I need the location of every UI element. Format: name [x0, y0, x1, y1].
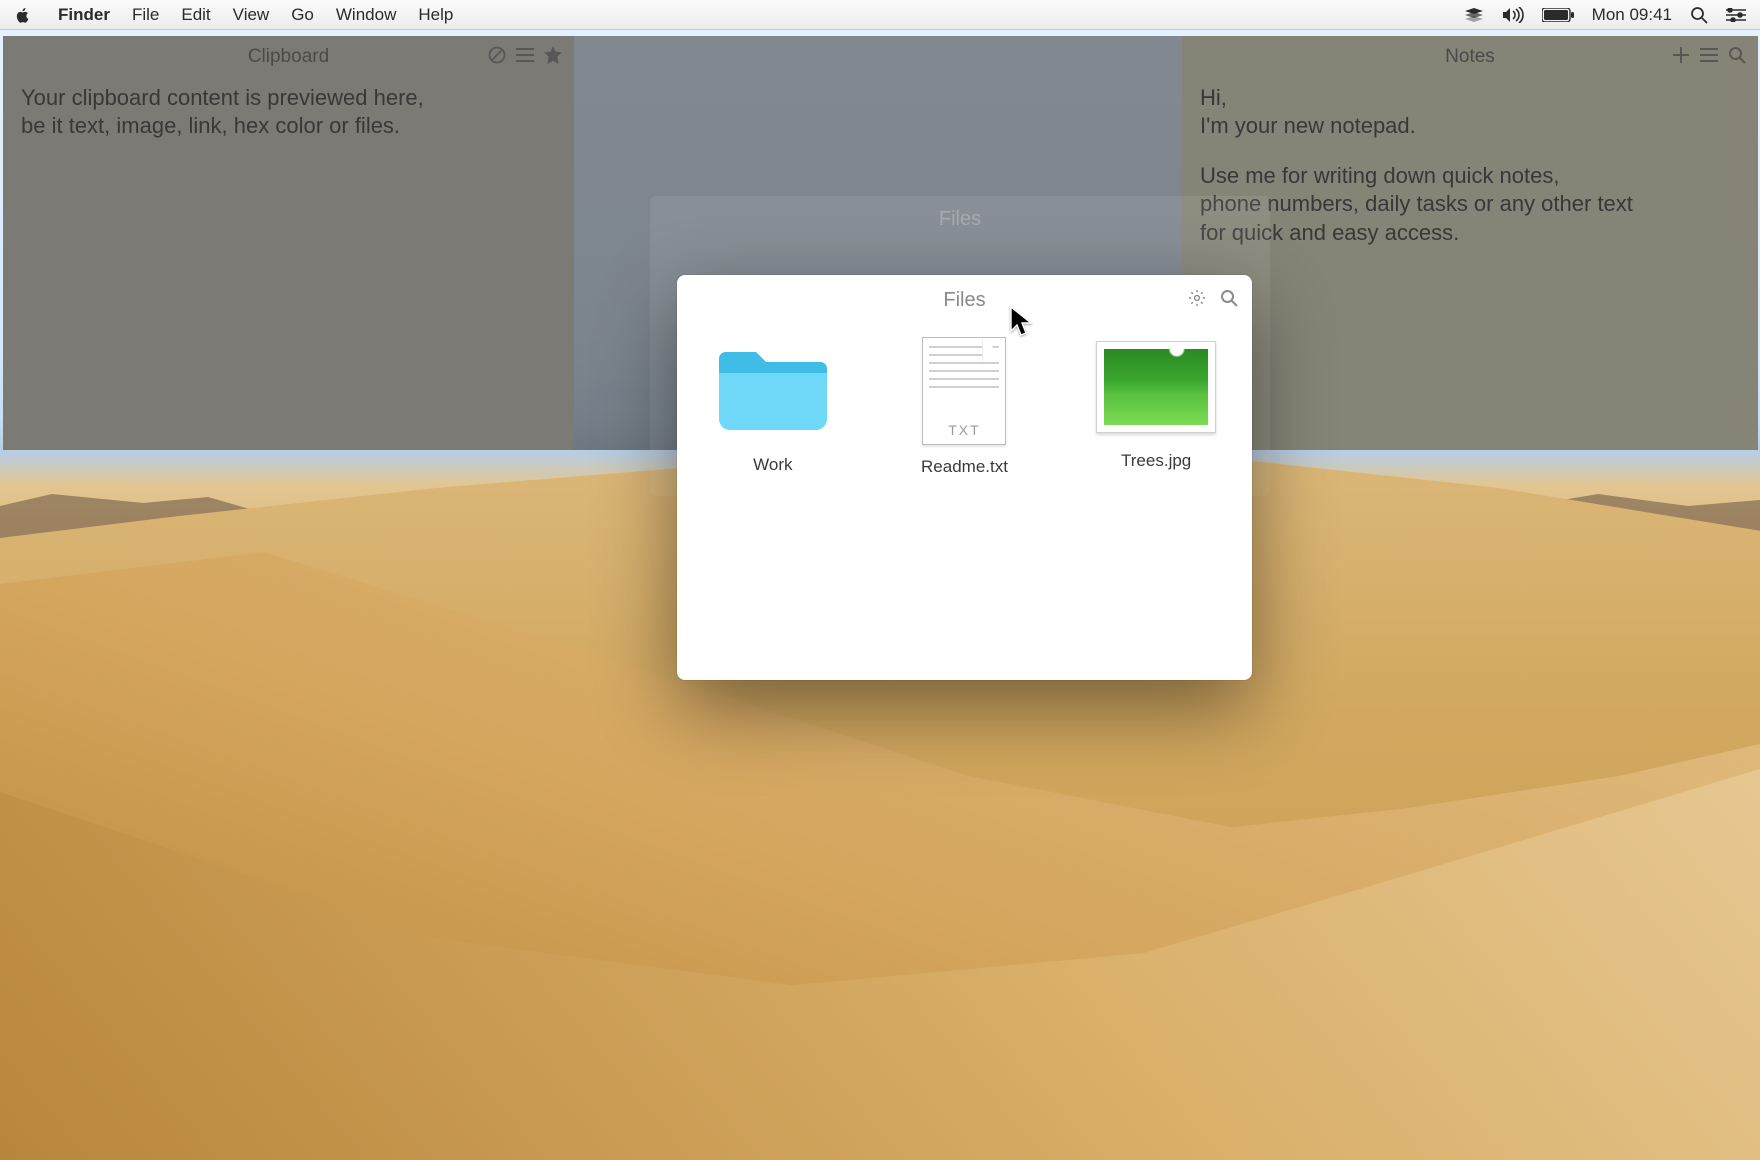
- search-icon[interactable]: [1220, 289, 1238, 307]
- wallpaper-mountain: [1400, 488, 1760, 548]
- tray-app-icon[interactable]: [1464, 8, 1484, 22]
- clear-icon[interactable]: [488, 46, 506, 64]
- battery-icon[interactable]: [1542, 8, 1574, 22]
- folder-icon: [713, 337, 833, 437]
- files-window[interactable]: Files Work TXT Readme.txt Trees.jpg: [677, 275, 1252, 680]
- menubar-item-file[interactable]: File: [132, 5, 159, 25]
- txt-file-icon: TXT: [922, 337, 1006, 445]
- clipboard-body: Your clipboard content is previewed here…: [21, 84, 556, 140]
- wallpaper-mountain: [0, 488, 260, 548]
- file-label: Readme.txt: [879, 457, 1049, 477]
- volume-icon[interactable]: [1502, 7, 1524, 23]
- star-icon[interactable]: [544, 46, 562, 64]
- text-file-item[interactable]: TXT Readme.txt: [879, 337, 1049, 477]
- menubar-item-edit[interactable]: Edit: [181, 5, 210, 25]
- notes-intro[interactable]: Hi, I'm your new notepad.: [1200, 84, 1740, 140]
- add-icon[interactable]: [1672, 46, 1690, 64]
- menu-bar: Finder File Edit View Go Window Help Mon…: [0, 0, 1760, 30]
- list-icon[interactable]: [1700, 46, 1718, 64]
- apple-menu-icon[interactable]: [14, 6, 32, 24]
- menubar-item-go[interactable]: Go: [291, 5, 314, 25]
- menubar-item-view[interactable]: View: [233, 5, 270, 25]
- menubar-item-window[interactable]: Window: [336, 5, 396, 25]
- spotlight-icon[interactable]: [1690, 6, 1708, 24]
- file-ext-label: TXT: [923, 422, 1005, 438]
- clipboard-panel: Clipboard Your clipboard content is prev…: [3, 36, 574, 450]
- image-file-item[interactable]: Trees.jpg: [1071, 337, 1241, 477]
- list-icon[interactable]: [516, 46, 534, 64]
- file-label: Work: [688, 455, 858, 475]
- folder-item[interactable]: Work: [688, 337, 858, 477]
- menubar-clock[interactable]: Mon 09:41: [1592, 5, 1672, 25]
- files-bg-title: Files: [650, 208, 1270, 231]
- control-center-icon[interactable]: [1726, 8, 1746, 22]
- wallpaper-dune: [0, 700, 1760, 1160]
- search-icon[interactable]: [1728, 46, 1746, 64]
- file-label: Trees.jpg: [1071, 451, 1241, 471]
- menubar-item-help[interactable]: Help: [418, 5, 453, 25]
- notes-body[interactable]: Use me for writing down quick notes, pho…: [1200, 162, 1740, 246]
- gear-icon[interactable]: [1188, 289, 1206, 307]
- menubar-app-name[interactable]: Finder: [58, 5, 110, 25]
- image-thumbnail: [1096, 341, 1216, 433]
- files-title: Files: [677, 289, 1252, 312]
